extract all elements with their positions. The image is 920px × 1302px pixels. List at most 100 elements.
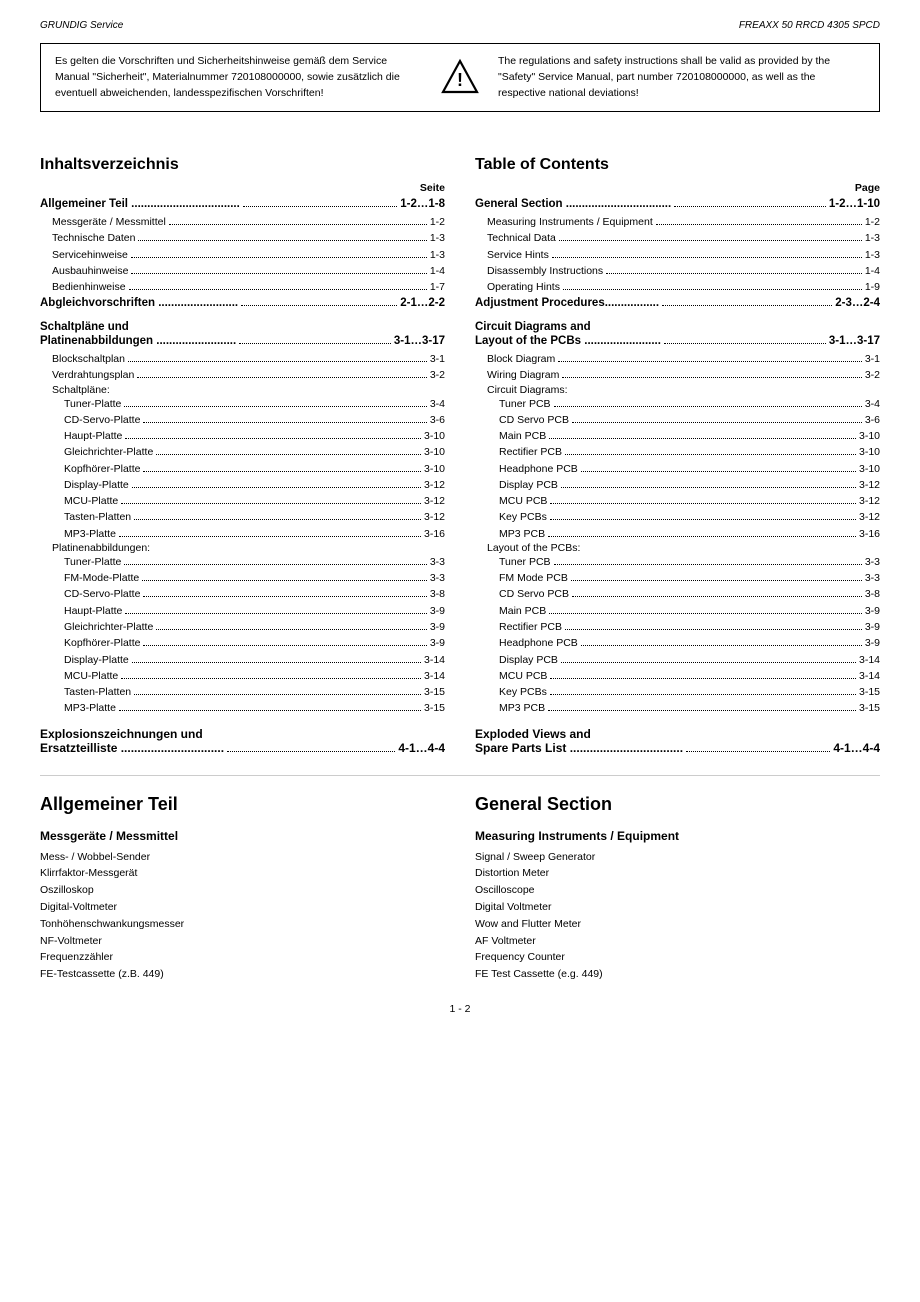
toc-row: Servicehinweise 1-3 (40, 247, 445, 263)
toc-label: Tasten-Platten (64, 684, 131, 700)
toc-row: Measuring Instruments / Equipment 1-2 (475, 214, 880, 230)
toc-row: Headphone PCB 3-10 (475, 461, 880, 477)
toc-label: Main PCB (499, 428, 546, 444)
page: GRUNDIG Service FREAXX 50 RRCD 4305 SPCD… (0, 0, 920, 1302)
toc-dots (561, 487, 856, 488)
toc-label: Gleichrichter-Platte (64, 444, 153, 460)
toc-label: Wiring Diagram (487, 367, 559, 383)
toc-row: Haupt-Platte 3-9 (40, 603, 445, 619)
toc-label: Gleichrichter-Platte (64, 619, 153, 635)
toc-page: 3-8 (865, 586, 880, 602)
toc-dots (662, 305, 832, 306)
toc-page: 1-7 (430, 279, 445, 295)
toc-label: Haupt-Platte (64, 603, 122, 619)
toc-english-entries: General Section ........................… (475, 196, 880, 716)
toc-dots (169, 224, 427, 225)
toc-label: Display-Platte (64, 477, 129, 493)
toc-dots (572, 596, 862, 597)
toc-label: FM-Mode-Platte (64, 570, 139, 586)
toc-row: MCU-Platte 3-12 (40, 493, 445, 509)
toc-row: Tasten-Platten 3-12 (40, 509, 445, 525)
toc-page: 3-14 (424, 668, 445, 684)
toc-subheading: Platinenabbildungen: (40, 542, 445, 554)
toc-label: Kopfhörer-Platte (64, 461, 140, 477)
list-item: Frequenzzähler (40, 949, 445, 966)
toc-label: Headphone PCB (499, 461, 578, 477)
toc-dots (142, 580, 427, 581)
toc-dots (156, 454, 421, 455)
toc-row: MCU-Platte 3-14 (40, 668, 445, 684)
toc-dots (125, 613, 426, 614)
toc-label: MP3-Platte (64, 526, 116, 542)
list-item: Klirrfaktor-Messgerät (40, 865, 445, 882)
toc-row: Allgemeiner Teil .......................… (40, 196, 445, 214)
toc-page: 3-16 (859, 526, 880, 542)
list-item: Digital-Voltmeter (40, 899, 445, 916)
toc-dots (558, 361, 862, 362)
seite-label: Seite (420, 182, 445, 194)
toc-page: 3-3 (430, 554, 445, 570)
toc-dots (124, 564, 426, 565)
toc-row: Key PCBs 3-15 (475, 684, 880, 700)
toc-page: 3-12 (859, 509, 880, 525)
toc-dots (548, 536, 856, 537)
toc-row: Main PCB 3-9 (475, 603, 880, 619)
toc-page: 3-15 (424, 700, 445, 716)
toc-label: Disassembly Instructions (487, 263, 603, 279)
toc-page: 1-3 (865, 230, 880, 246)
toc-label: CD-Servo-Platte (64, 412, 140, 428)
toc-page: 3-6 (865, 412, 880, 428)
toc-page: 3-1 (430, 351, 445, 367)
toc-dots (138, 240, 426, 241)
toc-dots (549, 613, 862, 614)
toc-german: Inhaltsverzeichnis Seite Allgemeiner Tei… (40, 136, 445, 754)
list-item: Signal / Sweep Generator (475, 849, 880, 866)
toc-row: Operating Hints 1-9 (475, 279, 880, 295)
toc-row: Tasten-Platten 3-15 (40, 684, 445, 700)
toc-page: 3-6 (430, 412, 445, 428)
list-item: AF Voltmeter (475, 933, 880, 950)
toc-dots (131, 257, 427, 258)
toc-page: 3-12 (859, 493, 880, 509)
toc-page: 3-8 (430, 586, 445, 602)
toc-row: MCU PCB 3-14 (475, 668, 880, 684)
toc-row: Abgleichvorschriften ...................… (40, 295, 445, 313)
toc-row: Rectifier PCB 3-9 (475, 619, 880, 635)
toc-page: 3-10 (424, 428, 445, 444)
toc-page: 3-10 (859, 428, 880, 444)
toc-dots (243, 206, 397, 207)
toc-dots (674, 206, 826, 207)
toc-label: MP3-Platte (64, 700, 116, 716)
section-divider (40, 775, 880, 776)
toc-dots (241, 305, 397, 306)
toc-heading: Schaltpläne und (40, 321, 445, 333)
toc-dots (134, 519, 421, 520)
toc-dots (550, 519, 856, 520)
toc-label: Display PCB (499, 477, 558, 493)
list-item: Wow and Flutter Meter (475, 916, 880, 933)
toc-row: MP3 PCB 3-15 (475, 700, 880, 716)
bottom-section: Allgemeiner Teil Messgeräte / Messmittel… (40, 794, 880, 983)
toc-dots (143, 422, 426, 423)
header-right: FREAXX 50 RRCD 4305 SPCD (739, 20, 880, 31)
toc-english: Table of Contents Page General Section .… (475, 136, 880, 754)
toc-page: 2-1…2-2 (400, 295, 445, 313)
toc-subheading: Layout of the PCBs: (475, 542, 880, 554)
toc-dots (565, 454, 856, 455)
toc-row: Platinenabbildungen ....................… (40, 333, 445, 351)
toc-page: 3-1…3-17 (394, 333, 445, 351)
toc-label: General Section ........................… (475, 196, 671, 214)
toc-row: Display PCB 3-14 (475, 652, 880, 668)
toc-dots (548, 710, 856, 711)
exploded-entry-english: Spare Parts List .......................… (475, 741, 880, 755)
toc-page: 3-12 (859, 477, 880, 493)
bottom-german-items: Mess- / Wobbel-SenderKlirrfaktor-Messger… (40, 849, 445, 983)
bottom-english-title: General Section (475, 794, 880, 815)
toc-page: 3-1…3-17 (829, 333, 880, 351)
toc-label: MCU-Platte (64, 493, 118, 509)
toc-page: 3-9 (865, 619, 880, 635)
bottom-english-items: Signal / Sweep GeneratorDistortion Meter… (475, 849, 880, 983)
toc-heading: Circuit Diagrams and (475, 321, 880, 333)
toc-dots (552, 257, 862, 258)
toc-page: 1-3 (430, 247, 445, 263)
